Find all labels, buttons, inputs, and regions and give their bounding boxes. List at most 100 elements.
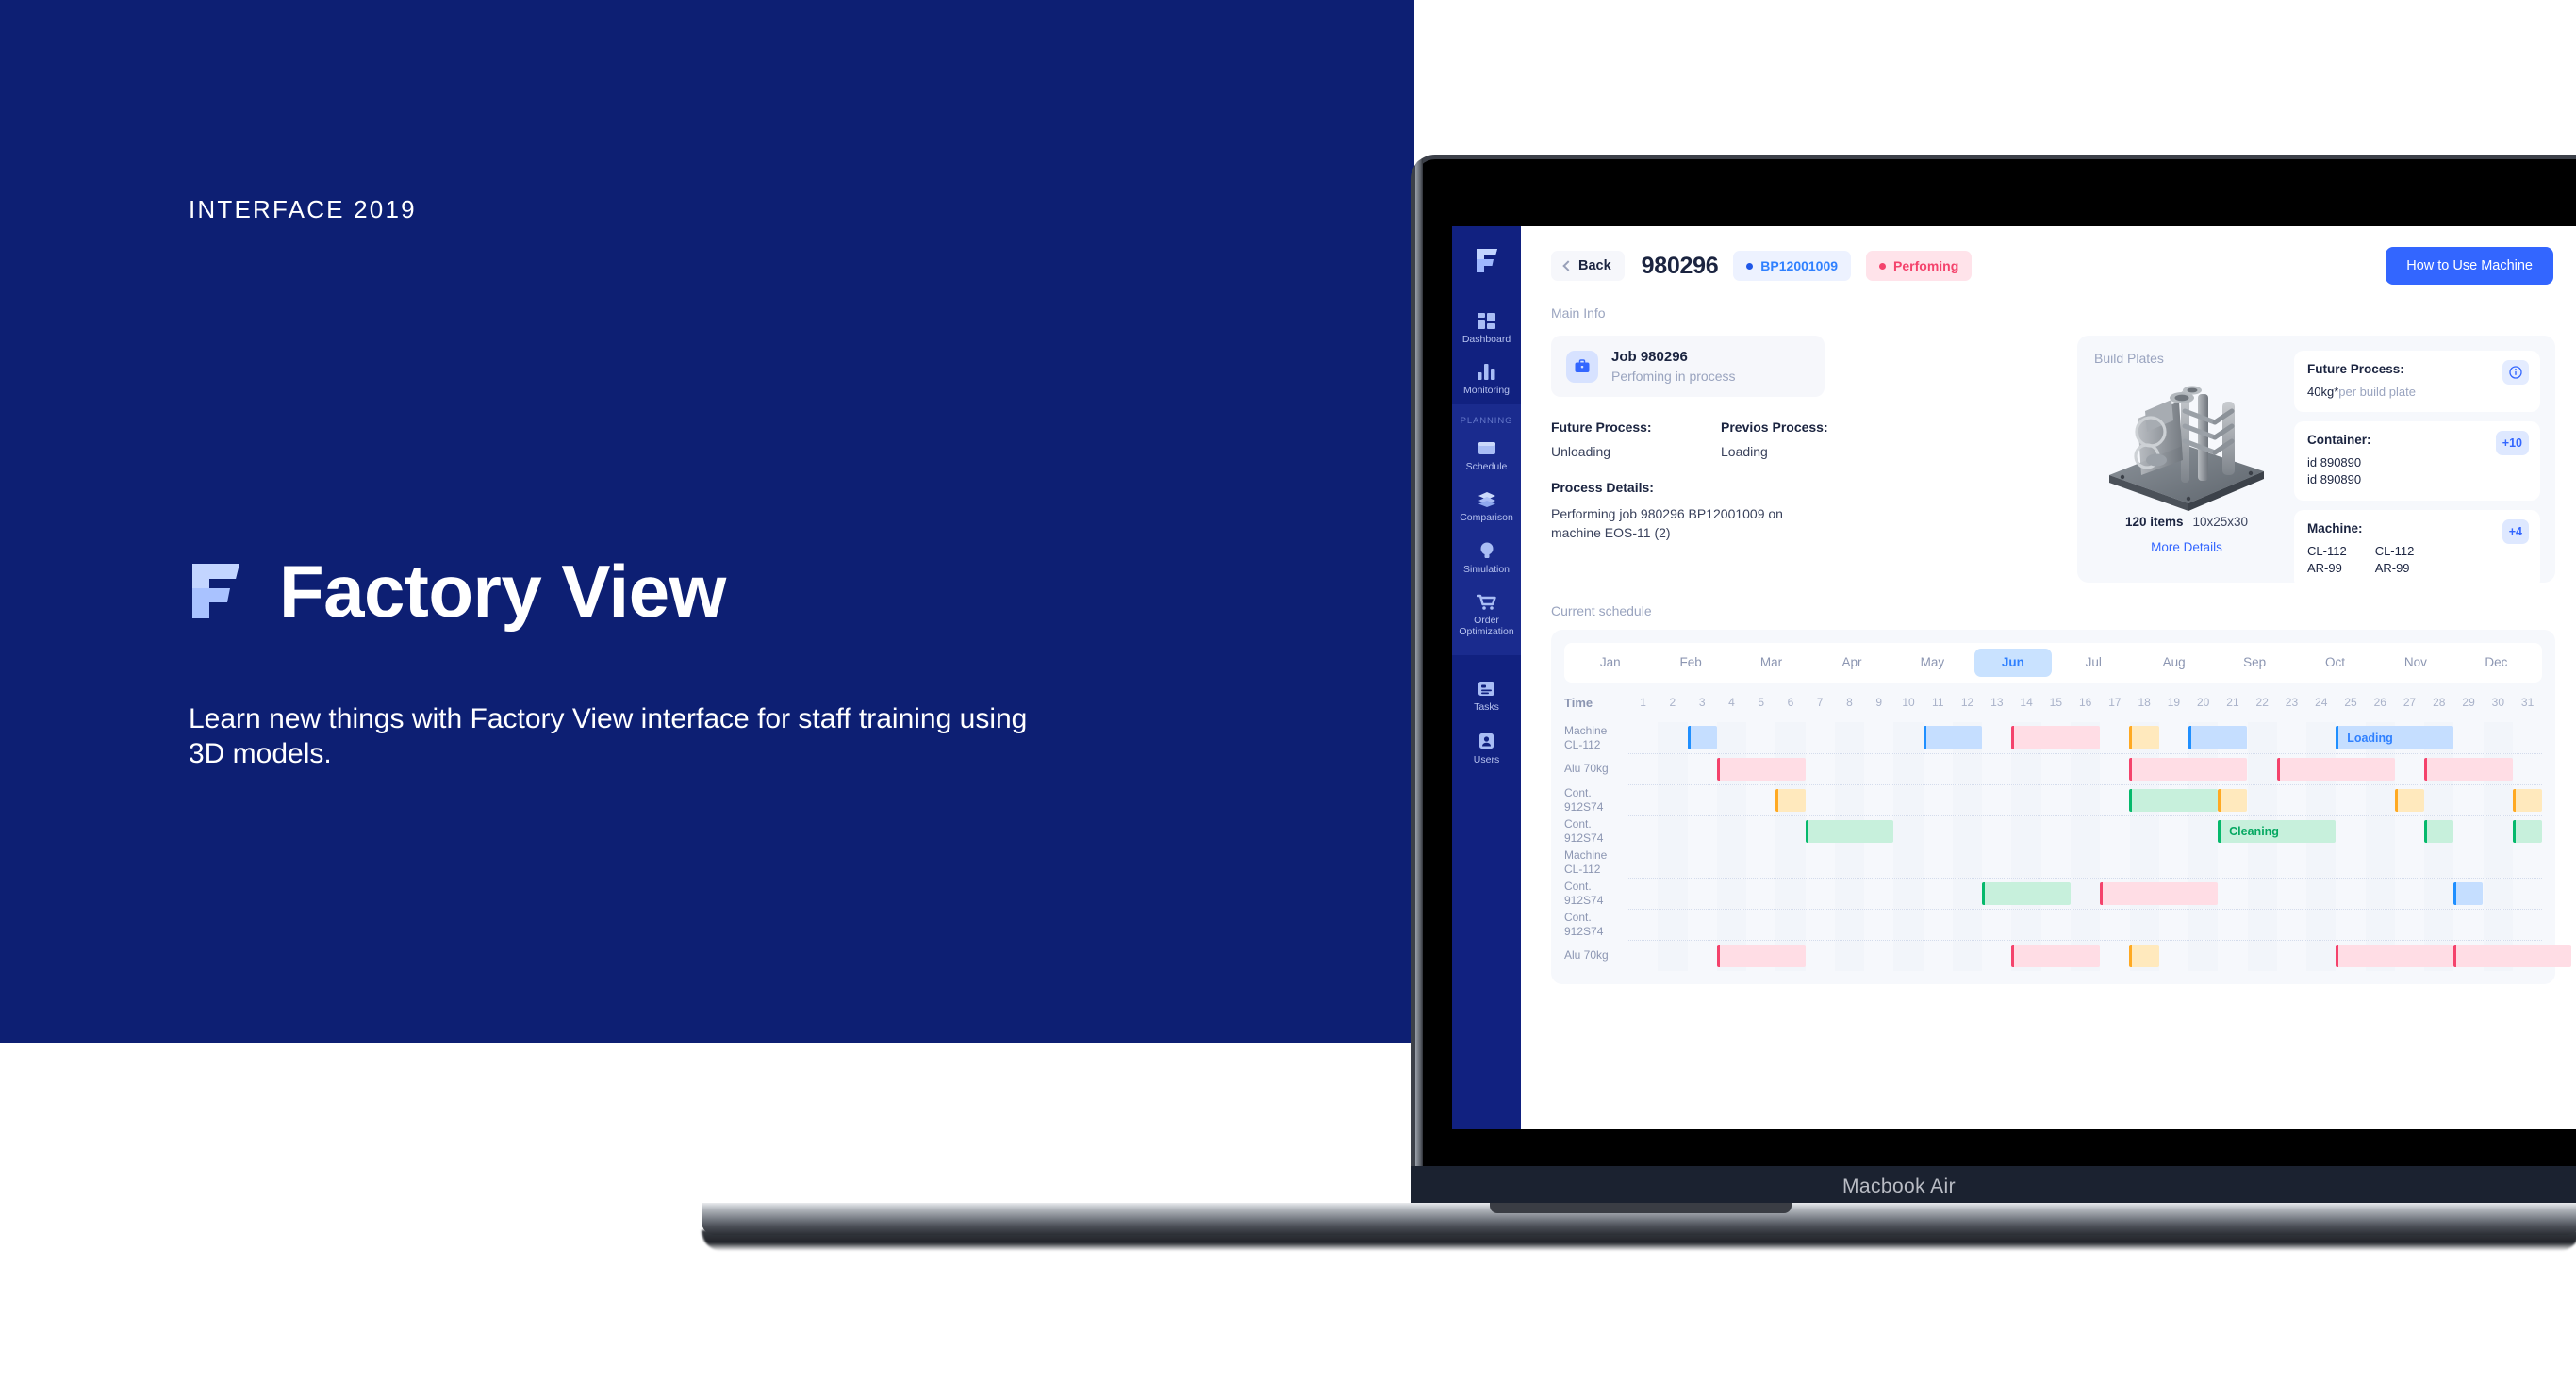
- gantt-cell: [2483, 722, 2513, 753]
- future-process-weight: 40kg*: [2307, 385, 2339, 399]
- gantt-cell: [2070, 754, 2101, 784]
- day-tick: 3: [1698, 696, 1706, 709]
- gantt-bar[interactable]: [1775, 789, 1806, 812]
- gantt-bar[interactable]: [2129, 726, 2159, 749]
- gantt-bar[interactable]: [1805, 820, 1894, 843]
- month-tab-sep[interactable]: Sep: [2216, 649, 2292, 677]
- gantt-cell: [1716, 785, 1747, 815]
- month-selector[interactable]: Jan Feb Mar Apr May Jun Jul Aug Sep Oct Nov Dec: [1564, 643, 2542, 683]
- machine-name: AR-99: [2374, 561, 2410, 576]
- gantt-bar[interactable]: [2423, 758, 2513, 781]
- gantt-bar[interactable]: [2423, 820, 2454, 843]
- gantt-cell: [2513, 754, 2542, 784]
- month-tab-nov[interactable]: Nov: [2377, 649, 2453, 677]
- gantt-bar[interactable]: Loading: [2336, 726, 2454, 749]
- gantt-bar[interactable]: [1687, 726, 1717, 749]
- sidebar-item-comparison[interactable]: Comparison: [1452, 481, 1521, 532]
- time-axis: Time 1 2 3 4 5 6 7 8 9 10 11 12 13 14 15 16 17 18 19 20 21 22…: [1564, 683, 2542, 715]
- gantt-bar[interactable]: [2100, 882, 2219, 905]
- status-badge: Perfoming: [1866, 251, 1973, 281]
- sidebar-item-tasks[interactable]: Tasks: [1452, 670, 1521, 721]
- hero-subtitle: Learn new things with Factory View inter…: [189, 703, 1028, 769]
- sidebar-item-monitoring[interactable]: Monitoring: [1452, 354, 1521, 404]
- previous-process-block: Previos Process: Loading: [1721, 420, 1891, 459]
- gantt-bar[interactable]: [2011, 726, 2101, 749]
- container-id: id 890890: [2307, 472, 2362, 487]
- month-tab-aug[interactable]: Aug: [2136, 649, 2212, 677]
- gantt-bar[interactable]: [2276, 758, 2395, 781]
- gantt-cell: [1806, 879, 1835, 909]
- main-info-label: Main Info: [1551, 305, 1606, 321]
- gantt-bar[interactable]: [2336, 945, 2454, 967]
- sidebar-item-simulation[interactable]: Simulation: [1452, 532, 1521, 584]
- gantt-bar[interactable]: [1982, 882, 2071, 905]
- gantt-cell: [2247, 754, 2277, 784]
- sidebar-item-users[interactable]: Users: [1452, 722, 1521, 774]
- gantt-cell: [2277, 879, 2306, 909]
- gantt-cell: [1982, 754, 2011, 784]
- sidebar-item-label: Users: [1473, 753, 1500, 765]
- gantt-cell: [2129, 816, 2159, 847]
- hero-kicker: INTERFACE 2019: [189, 195, 417, 223]
- back-button-label: Back: [1578, 258, 1611, 273]
- gantt-bar[interactable]: [2512, 789, 2542, 812]
- gantt-cell: [2218, 847, 2247, 878]
- machine-count-badge[interactable]: +4: [2502, 518, 2529, 544]
- sidebar-item-label: Schedule: [1465, 461, 1508, 473]
- gantt-bar[interactable]: [1923, 726, 1983, 749]
- month-tab-oct[interactable]: Oct: [2297, 649, 2373, 677]
- gantt-bar[interactable]: [2188, 726, 2248, 749]
- month-tab-mar[interactable]: Mar: [1733, 649, 1809, 677]
- build-plates-preview: Build Plates 120 items 10x25x30 More Det…: [2094, 351, 2279, 566]
- sidebar-group-title: PLANNING: [1460, 416, 1513, 427]
- month-tab-may[interactable]: May: [1894, 649, 1971, 677]
- gantt-bar[interactable]: [2394, 789, 2424, 812]
- more-details-link[interactable]: More Details: [2094, 540, 2279, 554]
- gantt-cell: [2453, 847, 2483, 878]
- gantt-cell: [2483, 785, 2513, 815]
- month-tab-apr[interactable]: Apr: [1813, 649, 1890, 677]
- sidebar-item-dashboard[interactable]: Dashboard: [1452, 303, 1521, 354]
- gantt-bar[interactable]: [2011, 945, 2101, 967]
- sidebar-logo-icon[interactable]: [1475, 247, 1499, 278]
- gantt-cell: [2070, 847, 2101, 878]
- gantt-cell: [2306, 722, 2337, 753]
- gantt-bar[interactable]: Cleaning: [2218, 820, 2337, 843]
- gantt-bar[interactable]: [2512, 820, 2542, 843]
- gantt-cell: [1806, 847, 1835, 878]
- back-button[interactable]: Back: [1551, 251, 1625, 281]
- month-tab-jan[interactable]: Jan: [1572, 649, 1648, 677]
- sidebar-item-order-optimization[interactable]: Order Optimization: [1452, 584, 1521, 646]
- gantt-bar[interactable]: [2453, 945, 2572, 967]
- day-tick: 2: [1669, 696, 1676, 709]
- gantt-cell: [2395, 754, 2424, 784]
- gantt-bar[interactable]: [2129, 945, 2159, 967]
- container-count-badge[interactable]: +10: [2495, 431, 2529, 456]
- gantt-cell: [1924, 879, 1953, 909]
- sidebar-item-schedule[interactable]: Schedule: [1452, 430, 1521, 481]
- job-card[interactable]: Job 980296 Perfoming in process: [1551, 336, 1825, 397]
- laptop-chin: Macbook Air: [1411, 1166, 2576, 1207]
- gantt-bar[interactable]: [2129, 789, 2219, 812]
- day-tick: 6: [1787, 696, 1794, 709]
- gantt-bar[interactable]: [2218, 789, 2248, 812]
- status-dot-icon: [1879, 262, 1887, 270]
- gantt-cell: [2395, 847, 2424, 878]
- gantt-cell: [2395, 879, 2424, 909]
- job-card-subtitle: Perfoming in process: [1611, 369, 1736, 384]
- month-tab-dec[interactable]: Dec: [2458, 649, 2535, 677]
- month-tab-jul[interactable]: Jul: [2056, 649, 2132, 677]
- gantt-cell: [2247, 722, 2277, 753]
- batch-badge[interactable]: BP12001009: [1733, 251, 1852, 281]
- gantt-cell: [1775, 879, 1806, 909]
- info-icon[interactable]: [2502, 360, 2529, 385]
- gantt-row-track: Cleaning: [1628, 815, 2542, 847]
- gantt-bar[interactable]: [1716, 945, 1806, 967]
- gantt-cell: [2070, 879, 2101, 909]
- gantt-bar[interactable]: [2453, 882, 2484, 905]
- gantt-bar[interactable]: [2129, 758, 2248, 781]
- month-tab-jun[interactable]: Jun: [1974, 649, 2052, 677]
- month-tab-feb[interactable]: Feb: [1652, 649, 1728, 677]
- gantt-bar[interactable]: [1716, 758, 1806, 781]
- how-to-use-machine-button[interactable]: How to Use Machine: [2386, 247, 2553, 285]
